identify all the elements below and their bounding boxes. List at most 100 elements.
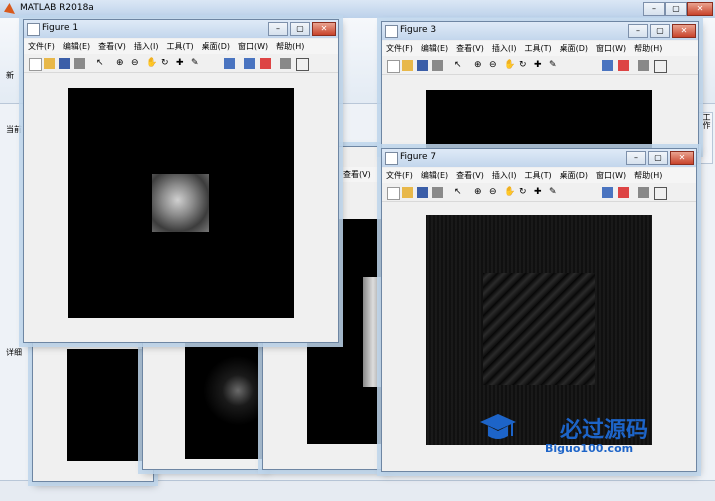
zoom-out-icon[interactable]: ⊖ <box>489 60 500 71</box>
data-cursor-icon[interactable]: ✚ <box>534 60 545 71</box>
new-figure-icon[interactable] <box>387 187 400 200</box>
zoom-in-icon[interactable]: ⊕ <box>116 58 127 69</box>
figure7-canvas <box>426 215 652 445</box>
show-plot-tools-icon[interactable] <box>654 60 667 73</box>
menu-window[interactable]: 窗口(W) <box>592 41 630 54</box>
brush-icon[interactable]: ✎ <box>549 60 560 71</box>
menu-insert[interactable]: 插入(I) <box>488 168 521 181</box>
legend-icon[interactable] <box>618 187 629 198</box>
menu-view[interactable]: 查看(V) <box>452 168 488 181</box>
hide-plot-tools-icon[interactable] <box>638 60 649 71</box>
workspace-tab[interactable]: 工作 <box>697 112 713 164</box>
menu-window[interactable]: 窗口(W) <box>234 39 272 52</box>
brush-icon[interactable]: ✎ <box>191 58 202 69</box>
zoom-out-icon[interactable]: ⊖ <box>131 58 142 69</box>
menu-edit[interactable]: 编辑(E) <box>59 39 94 52</box>
menu-edit[interactable]: 编辑(E) <box>417 168 452 181</box>
save-icon[interactable] <box>59 58 70 69</box>
hide-plot-tools-icon[interactable] <box>280 58 291 69</box>
close-button[interactable]: ✕ <box>312 22 336 36</box>
show-plot-tools-icon[interactable] <box>296 58 309 71</box>
minimize-button[interactable]: – <box>268 22 288 36</box>
data-cursor-icon[interactable]: ✚ <box>176 58 187 69</box>
colorbar-icon[interactable] <box>602 60 613 71</box>
rotate-icon[interactable]: ↻ <box>161 58 172 69</box>
print-icon[interactable] <box>432 60 443 71</box>
save-icon[interactable] <box>417 187 428 198</box>
zoom-out-icon[interactable]: ⊖ <box>489 187 500 198</box>
pointer-icon[interactable]: ↖ <box>96 58 107 69</box>
hide-plot-tools-icon[interactable] <box>638 187 649 198</box>
maximize-button[interactable]: ▢ <box>665 2 687 16</box>
menu-help[interactable]: 帮助(H) <box>630 41 666 54</box>
open-icon[interactable] <box>44 58 55 69</box>
pan-icon[interactable]: ✋ <box>146 58 157 69</box>
brush-icon[interactable]: ✎ <box>549 187 560 198</box>
show-plot-tools-icon[interactable] <box>654 187 667 200</box>
menu-insert[interactable]: 插入(I) <box>488 41 521 54</box>
minimize-button[interactable]: – <box>643 2 665 16</box>
menu-file[interactable]: 文件(F) <box>24 39 59 52</box>
menu-view[interactable]: 查看(V) <box>339 167 375 180</box>
menu-file[interactable]: 文件(F) <box>382 168 417 181</box>
legend-icon[interactable] <box>618 60 629 71</box>
menu-tools[interactable]: 工具(T) <box>162 39 197 52</box>
new-figure-icon[interactable] <box>29 58 42 71</box>
open-icon[interactable] <box>402 187 413 198</box>
pointer-icon[interactable]: ↖ <box>454 187 465 198</box>
background-figure-window-a[interactable] <box>32 330 154 482</box>
menu-tools[interactable]: 工具(T) <box>520 41 555 54</box>
close-button[interactable]: ✕ <box>672 24 696 38</box>
pan-icon[interactable]: ✋ <box>504 187 515 198</box>
figure-toolbar: ↖ ⊕ ⊖ ✋ ↻ ✚ ✎ <box>24 55 338 73</box>
figure7-window[interactable]: Figure 7 – ▢ ✕ 文件(F) 编辑(E) 查看(V) 插入(I) 工具(T)… <box>381 148 697 472</box>
figure-canvas <box>67 349 145 461</box>
menu-help[interactable]: 帮助(H) <box>630 168 666 181</box>
menu-edit[interactable]: 编辑(E) <box>417 41 452 54</box>
menu-window[interactable]: 窗口(W) <box>592 168 630 181</box>
maximize-button[interactable]: ▢ <box>290 22 310 36</box>
menu-view[interactable]: 查看(V) <box>94 39 130 52</box>
print-icon[interactable] <box>74 58 85 69</box>
menu-desktop[interactable]: 桌面(D) <box>556 41 592 54</box>
figure1-window[interactable]: Figure 1 – ▢ ✕ 文件(F) 编辑(E) 查看(V) 插入(I) 工具(T)… <box>23 19 339 343</box>
minimize-button[interactable]: – <box>626 151 646 165</box>
close-button[interactable]: ✕ <box>687 2 713 16</box>
maximize-button[interactable]: ▢ <box>650 24 670 38</box>
graduation-cap-logo-icon <box>478 408 518 448</box>
figure-icon <box>27 23 40 36</box>
menu-insert[interactable]: 插入(I) <box>130 39 163 52</box>
figure3-canvas <box>426 90 652 152</box>
figure7-title: Figure 7 <box>400 152 437 162</box>
details-label: 详细 <box>6 348 22 357</box>
menu-desktop[interactable]: 桌面(D) <box>556 168 592 181</box>
colorbar-icon[interactable] <box>602 187 613 198</box>
menu-help[interactable]: 帮助(H) <box>272 39 308 52</box>
open-icon[interactable] <box>402 60 413 71</box>
pointer-icon[interactable]: ↖ <box>454 60 465 71</box>
pan-icon[interactable]: ✋ <box>504 60 515 71</box>
new-figure-icon[interactable] <box>387 60 400 73</box>
menu-view[interactable]: 查看(V) <box>452 41 488 54</box>
save-icon[interactable] <box>417 60 428 71</box>
menu-file[interactable]: 文件(F) <box>382 41 417 54</box>
zoom-in-icon[interactable]: ⊕ <box>474 187 485 198</box>
rotate-icon[interactable]: ↻ <box>519 187 530 198</box>
maximize-button[interactable]: ▢ <box>648 151 668 165</box>
figure3-window[interactable]: Figure 3 – ▢ ✕ 文件(F) 编辑(E) 查看(V) 插入(I) 工具(T)… <box>381 21 699 153</box>
rotate-icon[interactable]: ↻ <box>519 60 530 71</box>
menu-tools[interactable]: 工具(T) <box>520 168 555 181</box>
background-figure-window-b[interactable] <box>142 330 266 470</box>
minimize-button[interactable]: – <box>628 24 648 38</box>
colorbar-icon[interactable] <box>224 58 235 69</box>
zoom-in-icon[interactable]: ⊕ <box>474 60 485 71</box>
colorbar-icon[interactable] <box>244 58 255 69</box>
data-cursor-icon[interactable]: ✚ <box>534 187 545 198</box>
menu-desktop[interactable]: 桌面(D) <box>198 39 234 52</box>
figure1-title: Figure 1 <box>42 23 79 33</box>
close-button[interactable]: ✕ <box>670 151 694 165</box>
figure-canvas <box>185 341 263 459</box>
print-icon[interactable] <box>432 187 443 198</box>
current-folder-label: 当前 <box>6 125 22 134</box>
legend-icon[interactable] <box>260 58 271 69</box>
